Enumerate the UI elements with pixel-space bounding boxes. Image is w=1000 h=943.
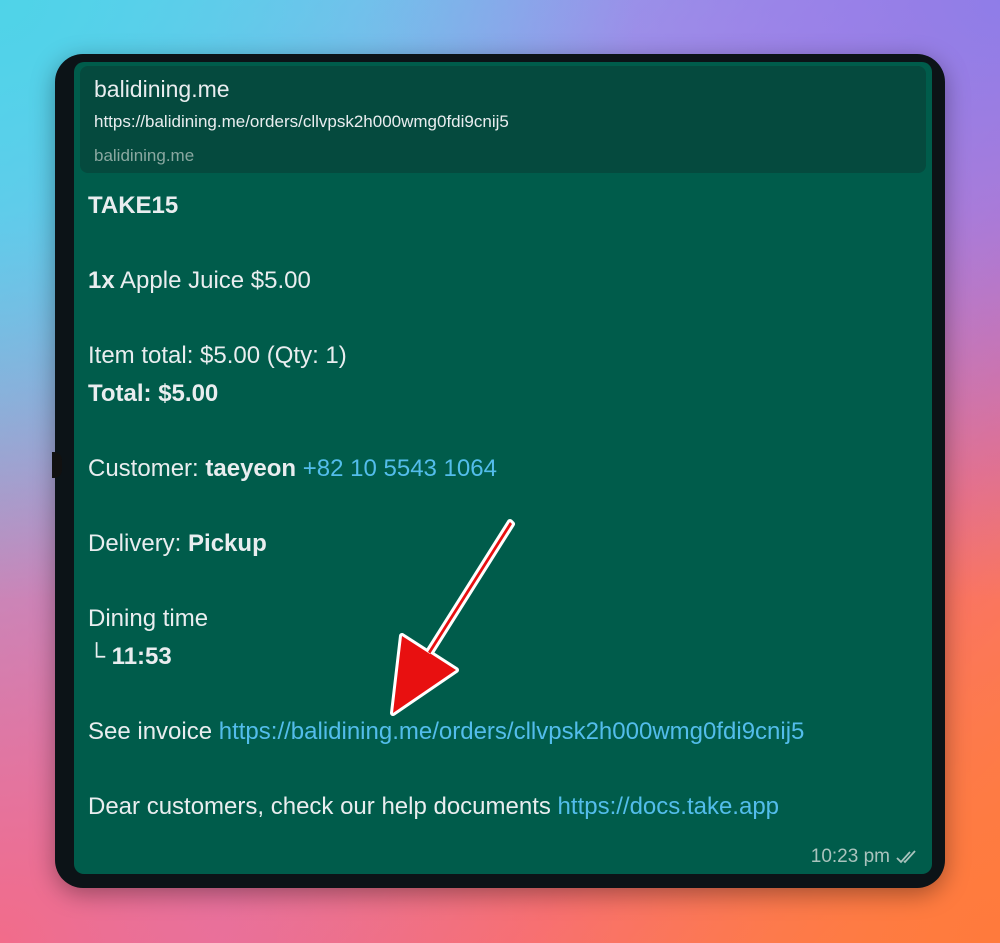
delivery-line: Delivery: Pickup	[88, 525, 918, 563]
dining-time-line: └ 11:53	[88, 638, 918, 676]
item-text: Apple Juice $5.00	[114, 267, 311, 294]
branch-glyph: └	[88, 643, 112, 670]
message-text: TAKE15 1x Apple Juice $5.00 Item total: …	[88, 187, 918, 826]
double-check-icon	[896, 850, 916, 864]
help-link[interactable]: https://docs.take.app	[558, 793, 779, 820]
delivery-value: Pickup	[188, 530, 267, 557]
bubble-tail	[52, 452, 62, 478]
preview-title: balidining.me	[94, 76, 230, 102]
message-bubble: balidining.me https://balidining.me/orde…	[74, 62, 932, 874]
customer-line: Customer: taeyeon +82 10 5543 1064	[88, 450, 918, 488]
invoice-link[interactable]: https://balidining.me/orders/cllvpsk2h00…	[219, 718, 805, 745]
message-heading: TAKE15	[88, 192, 179, 219]
preview-url: https://balidining.me/orders/cllvpsk2h00…	[94, 112, 509, 131]
message-meta: 10:23 pm	[811, 846, 920, 868]
invoice-label: See invoice	[88, 718, 219, 745]
dining-label: Dining time	[88, 605, 209, 632]
preview-domain: balidining.me	[94, 146, 195, 165]
help-label: Dear customers, check our help documents	[88, 793, 558, 820]
customer-phone-link[interactable]: +82 10 5543 1064	[303, 455, 497, 482]
customer-label: Customer:	[88, 455, 206, 482]
dining-time: 11:53	[111, 643, 172, 670]
delivery-label: Delivery:	[88, 530, 189, 557]
customer-name: taeyeon	[205, 455, 297, 482]
item-total: Item total: $5.00 (Qty: 1)	[88, 342, 347, 369]
item-qty: 1x	[88, 267, 115, 294]
message-time: 10:23 pm	[810, 846, 890, 867]
invoice-line: See invoice https://balidining.me/orders…	[88, 713, 918, 751]
help-line: Dear customers, check our help documents…	[88, 788, 918, 826]
order-item: 1x Apple Juice $5.00	[88, 262, 918, 300]
link-preview[interactable]: balidining.me https://balidining.me/orde…	[80, 66, 926, 173]
order-total: Total: $5.00	[88, 380, 219, 407]
